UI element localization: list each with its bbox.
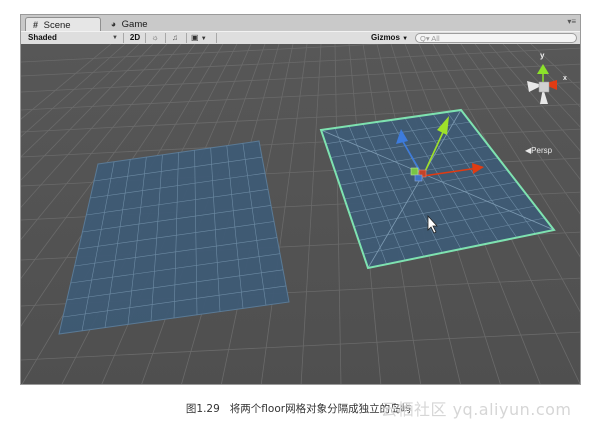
lighting-toggle-icon[interactable]: ☼ xyxy=(148,32,162,44)
gizmo-center-cube-icon[interactable] xyxy=(538,81,550,93)
tab-game[interactable]: ◕ Game xyxy=(105,17,168,31)
grid-icon: # xyxy=(32,20,38,30)
search-input[interactable]: Q▾ All xyxy=(415,33,577,43)
search-icon: Q▾ xyxy=(420,34,430,43)
axis-y-label: y xyxy=(540,51,545,60)
tab-scene[interactable]: # Scene xyxy=(25,17,101,31)
effects-dropdown-icon[interactable]: ▣ ▼ xyxy=(191,32,213,44)
audio-toggle-icon[interactable]: ♫ xyxy=(168,32,182,44)
figure-number: 图1.29 xyxy=(185,403,220,415)
toolbar-divider xyxy=(216,33,217,43)
projection-text: Persp xyxy=(531,146,553,155)
tab-game-label: Game xyxy=(121,19,148,30)
toolbar-divider xyxy=(123,33,124,43)
toolbar-divider xyxy=(165,33,166,43)
scene-toolbar: Shaded ▼ 2D ☼ ♫ ▣ ▼ Gizmos ▼ Q▾ All xyxy=(21,31,580,45)
gizmos-label: Gizmos xyxy=(371,33,400,42)
chevron-down-icon: ▼ xyxy=(402,36,409,42)
gizmos-dropdown[interactable]: Gizmos ▼ xyxy=(371,32,413,44)
mode-2d-label: 2D xyxy=(129,33,141,42)
toolbar-divider xyxy=(186,33,187,43)
unity-scene-window: # Scene ◕ Game ▾≡ Shaded ▼ 2D ☼ ♫ ▣ ▼ Gi… xyxy=(20,14,581,385)
tab-bar: # Scene ◕ Game ▾≡ xyxy=(21,15,580,31)
shading-mode-dropdown[interactable]: Shaded xyxy=(28,32,124,44)
yz-plane-handle[interactable] xyxy=(414,174,423,182)
xz-plane-handle[interactable] xyxy=(410,167,419,176)
pacman-icon: ◕ xyxy=(110,19,117,29)
scene-viewport[interactable]: y x ◀Persp xyxy=(21,44,581,385)
axis-x-label: x xyxy=(563,75,567,82)
toolbar-divider xyxy=(145,33,146,43)
scene-canvas[interactable]: y x xyxy=(21,44,581,385)
shading-mode-label: Shaded xyxy=(28,33,57,42)
projection-label[interactable]: ◀Persp xyxy=(525,146,552,155)
mode-2d-button[interactable]: 2D xyxy=(127,32,143,44)
tab-scene-label: Scene xyxy=(43,20,71,31)
tab-menu-icon[interactable]: ▾≡ xyxy=(567,17,576,26)
chevron-down-icon: ▼ xyxy=(112,35,118,41)
search-placeholder: All xyxy=(431,34,440,43)
watermark: 云栖社区 yq.aliyun.com xyxy=(381,400,572,419)
